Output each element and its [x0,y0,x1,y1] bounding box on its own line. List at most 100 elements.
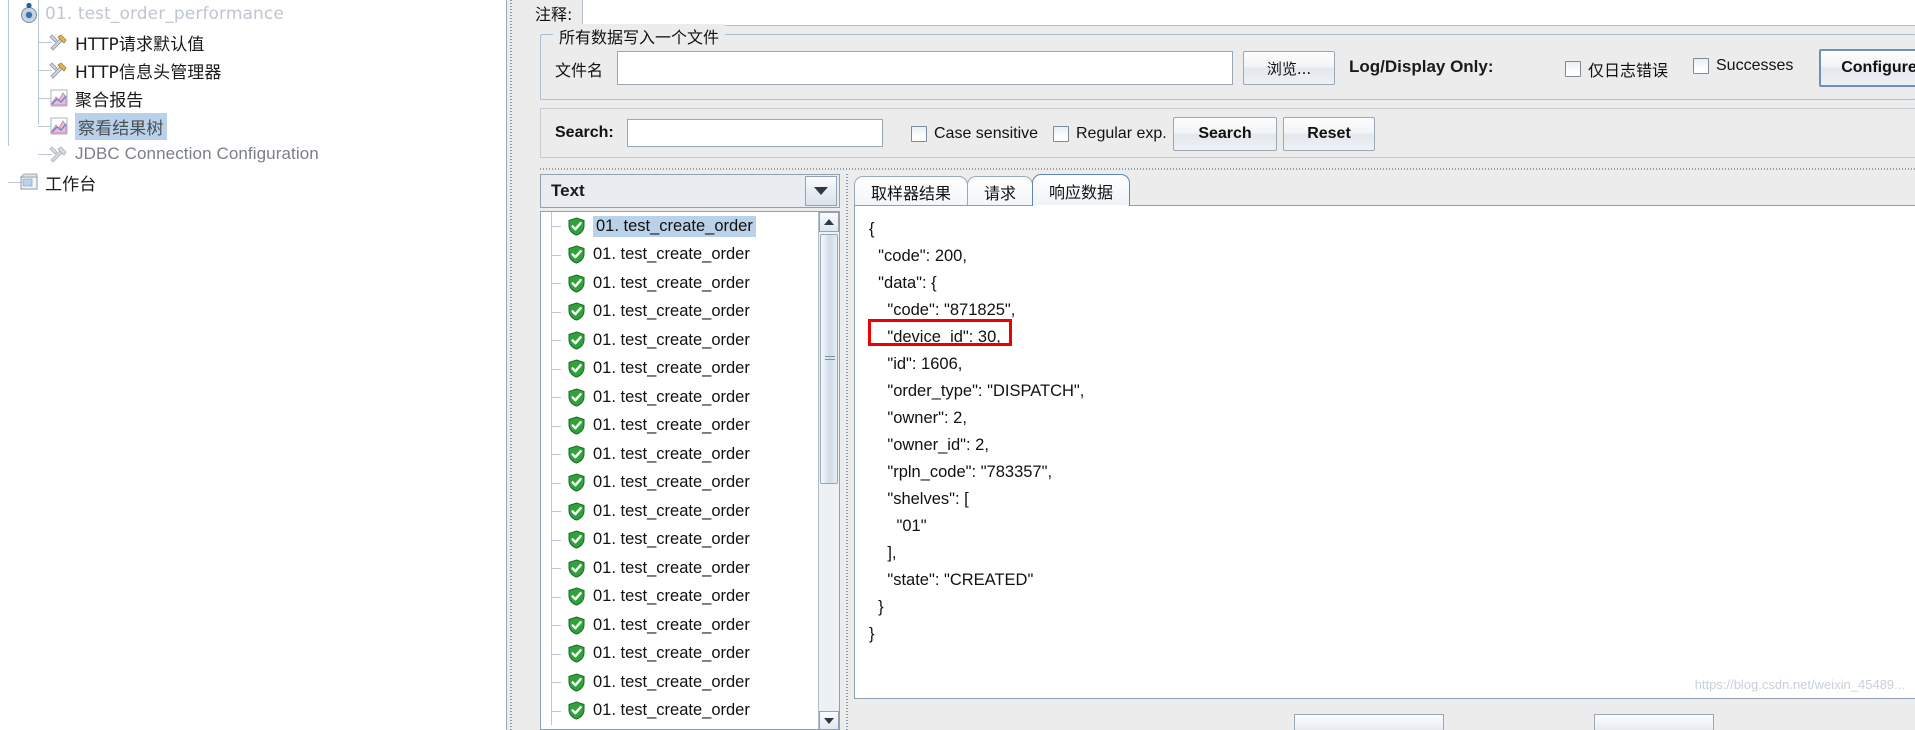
list-item[interactable]: 01. test_create_order [541,354,839,383]
listener-icon [48,115,70,137]
scroll-up-button[interactable] [819,212,839,232]
tree-item-aggregate-report[interactable]: 聚合报告 [0,84,506,112]
tree-item-thread-group[interactable]: 01. test_order_performance [0,0,506,28]
tree-connector [551,682,561,684]
tree-connector [551,283,561,285]
list-item[interactable]: 01. test_create_order [541,411,839,440]
response-line: "01" [869,517,927,535]
tree-connector [551,368,561,370]
list-item[interactable]: 01. test_create_order [541,497,839,526]
browse-button[interactable]: 浏览... [1243,51,1335,85]
list-item-label: 01. test_create_order [593,615,750,634]
tree-item-jdbc-connection-configuration[interactable]: JDBC Connection Configuration [0,140,506,168]
list-item[interactable]: 01. test_create_order [541,269,839,298]
list-item[interactable]: 01. test_create_order [541,297,839,326]
search-input[interactable] [627,119,883,147]
tree-connector [551,226,561,228]
list-item[interactable]: 01. test_create_order [541,554,839,583]
response-data-body[interactable]: { "code": 200, "data": { "code": "871825… [854,205,1915,699]
watermark-text: https://blog.csdn.net/weixin_45489... [1694,677,1905,692]
list-item[interactable]: 01. test_create_order [541,696,839,725]
checkbox-box[interactable] [1693,58,1709,74]
log-display-only-label: Log/Display Only: [1349,57,1494,76]
results-list[interactable]: 01. test_create_order 01. test_create_ord… [540,211,840,730]
list-item[interactable]: 01. test_create_order [541,582,839,611]
tree-item-label: 察看结果树 [75,112,167,140]
success-shield-icon [567,559,586,578]
detail-footer [854,712,1915,730]
tab-0[interactable]: 取样器结果 [854,176,969,206]
response-line: "code": 200, [869,247,967,265]
checkbox-box[interactable] [1565,61,1581,77]
list-item[interactable]: 01. test_create_order [541,212,839,241]
list-item[interactable]: 01. test_create_order [541,668,839,697]
tree-connector [551,596,561,598]
search-label: Search: [555,124,614,141]
render-selector-dropdown[interactable]: Text [540,174,840,208]
reset-button[interactable]: Reset [1283,117,1375,151]
list-item[interactable]: 01. test_create_order [541,383,839,412]
listener-config-panel: 注释: 所有数据写入一个文件 文件名 浏览... Log/Display Onl… [506,0,1915,730]
case-sensitive-checkbox[interactable]: Case sensitive [911,125,1038,143]
tree-item-http-header-manager[interactable]: HTTP信息头管理器 [0,56,506,84]
tree-item-view-results-tree[interactable]: 察看结果树 [0,112,506,140]
errors-checkbox[interactable]: 仅日志错误 [1565,57,1668,81]
configure-button[interactable]: Configure [1819,49,1915,87]
success-shield-icon [567,416,586,435]
tree-connector [551,482,561,484]
successes-checkbox[interactable]: Successes [1693,57,1793,75]
horizontal-split-handle[interactable] [540,166,1915,173]
search-button[interactable]: Search [1173,117,1277,151]
group-title: 所有数据写入一个文件 [553,24,726,48]
tree-item-workbench[interactable]: 工作台 [0,168,506,196]
scrollbar-thumb[interactable] [820,234,838,484]
tree-item-http-defaults[interactable]: HTTP请求默认值 [0,28,506,56]
comment-label: 注释: [535,5,573,24]
response-line: "owner_id": 2, [869,436,989,454]
jmeter-window: 01. test_order_performance HTTP请求默认值 HTT… [0,0,1915,730]
tree-connector [551,340,561,342]
results-split-handle[interactable] [843,174,851,730]
list-item-label: 01. test_create_order [593,416,750,435]
list-item[interactable]: 01. test_create_order [541,639,839,668]
list-item[interactable]: 01. test_create_order [541,326,839,355]
list-item[interactable]: 01. test_create_order [541,240,839,269]
response-line: "device_id": 30, [869,328,1001,346]
tree-connector [551,539,561,541]
list-item[interactable]: 01. test_create_order [541,525,839,554]
regular-exp-label: Regular exp. [1076,125,1167,142]
config-element-icon [48,143,70,165]
footer-button-right[interactable] [1594,714,1714,730]
list-item[interactable]: 01. test_create_order [541,611,839,640]
chevron-down-icon[interactable] [805,176,837,206]
tab-label: 取样器结果 [871,183,952,203]
list-item-label: 01. test_create_order [593,330,750,349]
response-line: } [869,625,875,643]
comment-input[interactable] [582,0,1915,26]
tab-2[interactable]: 响应数据 [1032,174,1131,208]
scroll-down-button[interactable] [819,711,839,729]
response-line: "id": 1606, [869,355,963,373]
vertical-split-handle[interactable] [507,0,516,730]
success-shield-icon [567,673,586,692]
footer-button-left[interactable] [1294,714,1444,730]
tree-connector [551,254,561,256]
test-plan-tree-panel: 01. test_order_performance HTTP请求默认值 HTT… [0,0,506,730]
list-item-label: 01. test_create_order [593,530,750,549]
response-line: "order_type": "DISPATCH", [869,382,1085,400]
tree-connector [551,454,561,456]
render-selector-value: Text [551,181,585,200]
list-item-label: 01. test_create_order [593,245,750,264]
tree-connector [551,397,561,399]
list-item[interactable]: 01. test_create_order [541,440,839,469]
checkbox-box[interactable] [911,126,927,142]
list-item[interactable]: 01. test_create_order [541,468,839,497]
regular-exp-checkbox[interactable]: Regular exp. [1053,125,1167,143]
success-shield-icon [567,445,586,464]
tab-1[interactable]: 请求 [967,176,1034,206]
list-item-label: 01. test_create_order [593,501,750,520]
results-list-scrollbar[interactable] [818,212,839,729]
successes-checkbox-label: Successes [1716,57,1794,74]
filename-input[interactable] [617,51,1233,85]
checkbox-box[interactable] [1053,126,1069,142]
